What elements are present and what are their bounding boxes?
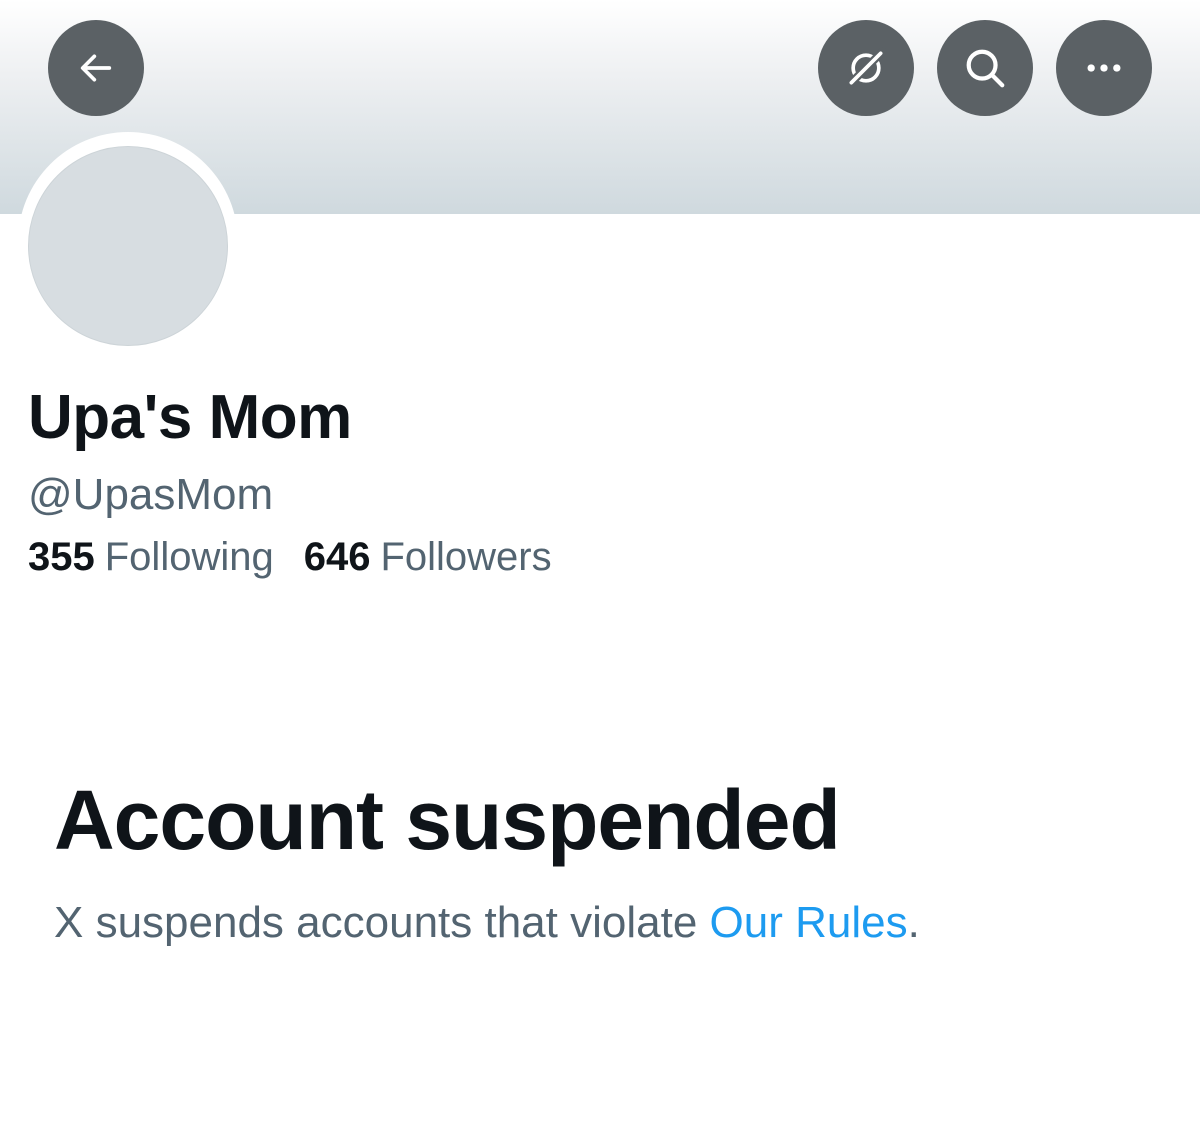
suspended-message: X suspends accounts that violate Our Rul…: [54, 898, 920, 948]
arrow-left-icon: [80, 54, 112, 82]
search-icon: [966, 49, 1005, 88]
more-options-button[interactable]: [1056, 20, 1152, 116]
user-handle: @UpasMom: [28, 470, 274, 519]
grok-icon: [845, 47, 887, 89]
grok-button[interactable]: [818, 20, 914, 116]
following-label: Following: [104, 535, 274, 579]
following-link[interactable]: 355 Following: [28, 535, 274, 580]
avatar[interactable]: [28, 146, 228, 346]
followers-count: 646: [303, 535, 371, 579]
back-button[interactable]: [48, 20, 144, 116]
profile-page: Upa's Mom @UpasMom 355 Following 646 Follo…: [0, 0, 1200, 1122]
our-rules-link[interactable]: Our Rules: [710, 898, 908, 947]
display-name: Upa's Mom: [28, 383, 352, 452]
following-count: 355: [28, 535, 95, 579]
more-horizontal-icon: [1087, 64, 1121, 72]
followers-link[interactable]: 646 Followers: [304, 535, 552, 580]
profile-stats: 355 Following 646 Followers: [28, 535, 552, 580]
followers-label: Followers: [380, 535, 552, 579]
suspended-message-suffix: .: [907, 898, 920, 947]
search-button[interactable]: [937, 20, 1033, 116]
suspended-title: Account suspended: [54, 773, 841, 867]
suspended-message-prefix: X suspends accounts that violate: [54, 898, 710, 947]
